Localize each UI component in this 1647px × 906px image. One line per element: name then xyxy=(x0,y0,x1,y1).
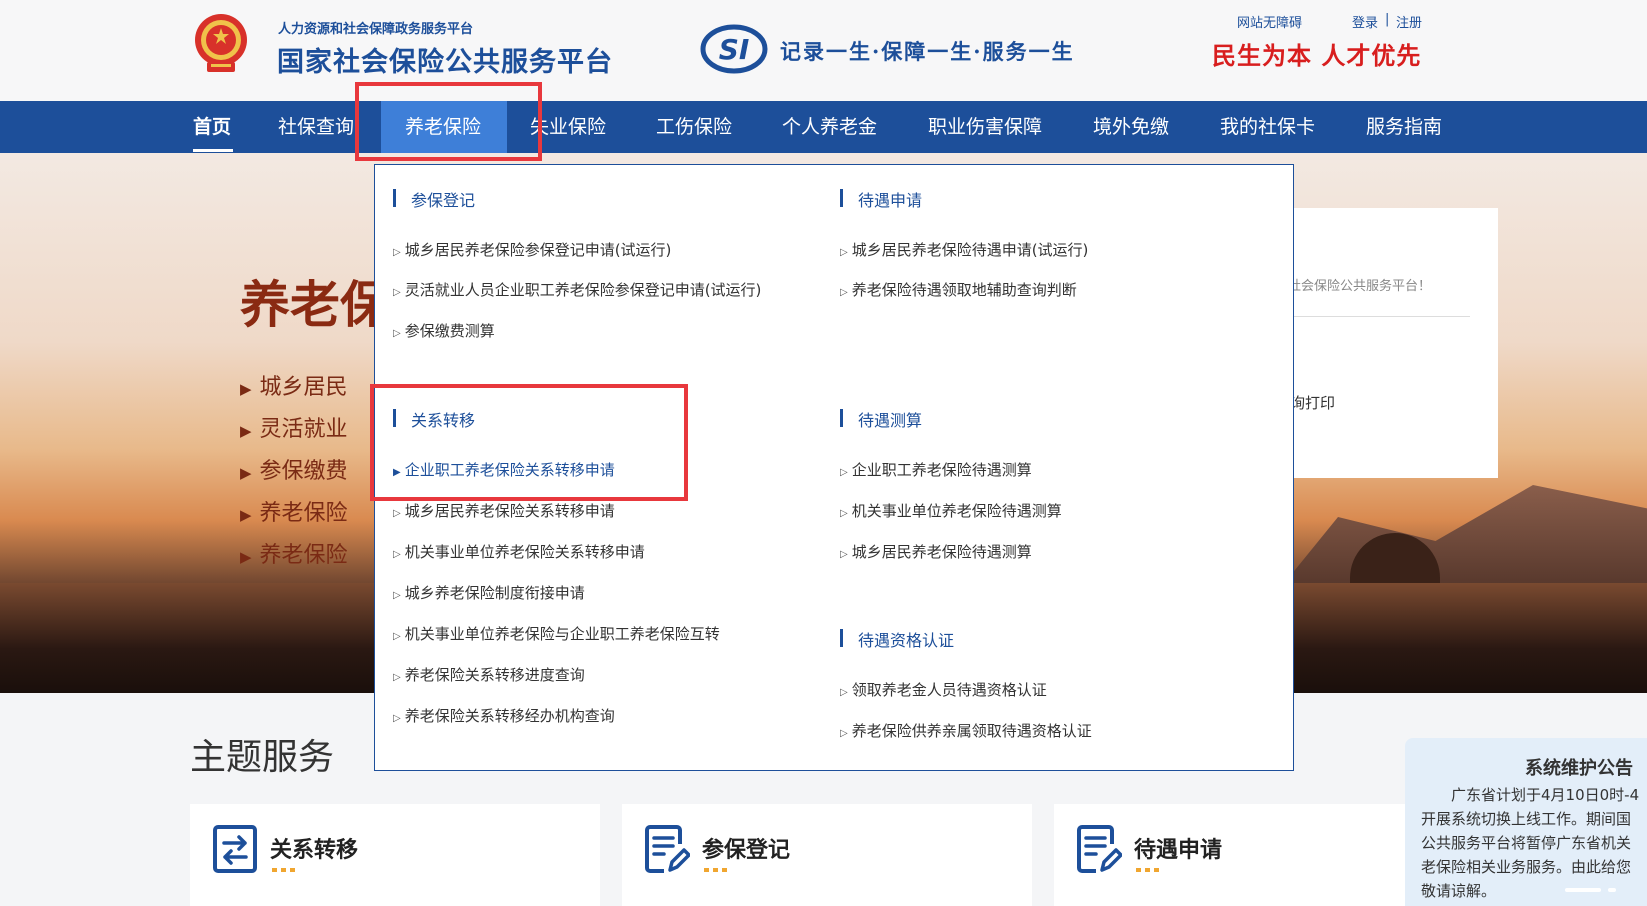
dropdown-link[interactable]: 机关事业单位养老保险待遇测算 xyxy=(840,500,1062,521)
dropdown-link[interactable]: 灵活就业人员企业职工养老保险参保登记申请(试运行) xyxy=(393,279,762,300)
maintenance-notice: 系统维护公告 广东省计划于4月10日0时-4 开展系统切换上线工作。期间国 公共… xyxy=(1405,738,1647,906)
nav-item-service-guide[interactable]: 服务指南 xyxy=(1366,101,1442,153)
svg-text:SI: SI xyxy=(719,33,750,66)
platform-subtitle: 人力资源和社会保障政务服务平台 xyxy=(278,22,474,37)
notice-pager-active[interactable] xyxy=(1565,888,1601,892)
national-emblem-icon xyxy=(195,14,247,72)
dropdown-section-enrollment: 参保登记 xyxy=(393,187,475,211)
nav-item-social-security-query[interactable]: 社保查询 xyxy=(278,101,354,153)
login-divider xyxy=(1288,316,1470,317)
site-header: 人力资源和社会保障政务服务平台 国家社会保险公共服务平台 SI 记录一生·保障一… xyxy=(0,0,1647,101)
nav-item-occupational-injury[interactable]: 职业伤害保障 xyxy=(928,101,1042,153)
dropdown-link[interactable]: 养老保险关系转移进度查询 xyxy=(393,664,585,685)
hero-list-item: 养老保险 xyxy=(240,537,348,579)
notice-pager-dot[interactable] xyxy=(1608,888,1616,892)
hero-list-item: 城乡居民 xyxy=(240,369,348,411)
nav-item-my-social-security-card[interactable]: 我的社保卡 xyxy=(1220,101,1315,153)
theme-card-transfer[interactable]: 关系转移 xyxy=(190,804,600,906)
dropdown-section-relation-transfer: 关系转移 xyxy=(393,407,475,431)
notice-line: 广东省计划于4月10日0时-4 xyxy=(1451,786,1640,804)
dropdown-section-benefit-calculation: 待遇测算 xyxy=(840,407,922,431)
platform-title: 国家社会保险公共服务平台 xyxy=(277,47,613,78)
hero-list-item: 参保缴费 xyxy=(240,453,348,495)
register-link[interactable]: 注册 xyxy=(1396,12,1422,31)
notice-line: 敬请谅解。 xyxy=(1421,882,1497,900)
nav-home-underline xyxy=(193,149,233,152)
theme-card-label: 关系转移 xyxy=(270,838,359,863)
hero-list-item: 灵活就业 xyxy=(240,411,348,453)
card-dots xyxy=(272,868,296,872)
dropdown-link[interactable]: 城乡养老保险制度衔接申请 xyxy=(393,582,585,603)
theme-services-title: 主题服务 xyxy=(190,737,335,778)
nav-item-unemployment-insurance[interactable]: 失业保险 xyxy=(530,101,606,153)
dropdown-link-enterprise-transfer[interactable]: 企业职工养老保险关系转移申请 xyxy=(393,459,615,480)
hero-title: 养老保 xyxy=(240,275,390,334)
theme-card-label: 待遇申请 xyxy=(1134,838,1223,863)
notice-line: 老保险相关业务服务。由此给您 xyxy=(1421,858,1632,876)
card-dots xyxy=(1136,868,1160,872)
nav-item-personal-pension[interactable]: 个人养老金 xyxy=(782,101,877,153)
dropdown-link[interactable]: 企业职工养老保险待遇测算 xyxy=(840,459,1032,480)
dropdown-link[interactable]: 城乡居民养老保险关系转移申请 xyxy=(393,500,615,521)
dropdown-section-benefit-application: 待遇申请 xyxy=(840,187,922,211)
card-dots xyxy=(704,868,728,872)
theme-card-label: 参保登记 xyxy=(702,838,791,863)
theme-card-enrollment[interactable]: 参保登记 xyxy=(622,804,1032,906)
notice-line: 公共服务平台将暂停广东省机关 xyxy=(1421,834,1632,852)
login-print-link[interactable]: 询打印 xyxy=(1290,392,1335,413)
si-logo-icon: SI xyxy=(700,24,768,74)
dropdown-link[interactable]: 城乡居民养老保险待遇测算 xyxy=(840,541,1032,562)
login-link[interactable]: 登录 xyxy=(1352,12,1378,31)
dropdown-link[interactable]: 养老保险关系转移经办机构查询 xyxy=(393,705,615,726)
notice-title: 系统维护公告 xyxy=(1525,758,1633,779)
theme-card-benefit-application[interactable]: 待遇申请 xyxy=(1054,804,1464,906)
dropdown-link[interactable]: 养老保险待遇领取地辅助查询判断 xyxy=(840,279,1077,300)
nav-item-pension-insurance[interactable]: 养老保险 xyxy=(405,101,481,153)
notice-line: 开展系统切换上线工作。期间国 xyxy=(1421,810,1632,828)
dropdown-link[interactable]: 机关事业单位养老保险关系转移申请 xyxy=(393,541,645,562)
transfer-icon xyxy=(213,825,257,873)
hero-list-item: 养老保险 xyxy=(240,495,348,537)
pension-dropdown-menu: 参保登记 城乡居民养老保险参保登记申请(试运行) 灵活就业人员企业职工养老保险参… xyxy=(374,164,1294,771)
main-nav: 首页 社保查询 养老保险 失业保险 工伤保险 个人养老金 职业伤害保障 境外免缴… xyxy=(0,101,1647,153)
motto: 民生为本 人才优先 xyxy=(1212,41,1422,70)
dropdown-link[interactable]: 领取养老金人员待遇资格认证 xyxy=(840,679,1047,700)
hero-list: 城乡居民 灵活就业 参保缴费 养老保险 养老保险 xyxy=(240,369,348,579)
dropdown-link[interactable]: 城乡居民养老保险参保登记申请(试运行) xyxy=(393,239,672,260)
document-edit-icon xyxy=(645,825,690,873)
dropdown-link[interactable]: 养老保险供养亲属领取待遇资格认证 xyxy=(840,720,1092,741)
dropdown-link[interactable]: 机关事业单位养老保险与企业职工养老保险互转 xyxy=(393,623,720,644)
dropdown-section-qualification-certification: 待遇资格认证 xyxy=(840,627,954,651)
link-separator: | xyxy=(1385,12,1390,27)
dropdown-link[interactable]: 城乡居民养老保险待遇申请(试运行) xyxy=(840,239,1089,260)
nav-item-work-injury-insurance[interactable]: 工伤保险 xyxy=(656,101,732,153)
nav-item-home[interactable]: 首页 xyxy=(193,101,231,153)
login-welcome-text: 社会保险公共服务平台！ xyxy=(1288,279,1432,294)
accessibility-link[interactable]: 网站无障碍 xyxy=(1237,12,1302,31)
dropdown-link[interactable]: 参保缴费测算 xyxy=(393,320,495,341)
slogan: 记录一生·保障一生·服务一生 xyxy=(780,39,1075,64)
nav-item-overseas-exemption[interactable]: 境外免缴 xyxy=(1093,101,1169,153)
document-edit-icon xyxy=(1077,825,1122,873)
